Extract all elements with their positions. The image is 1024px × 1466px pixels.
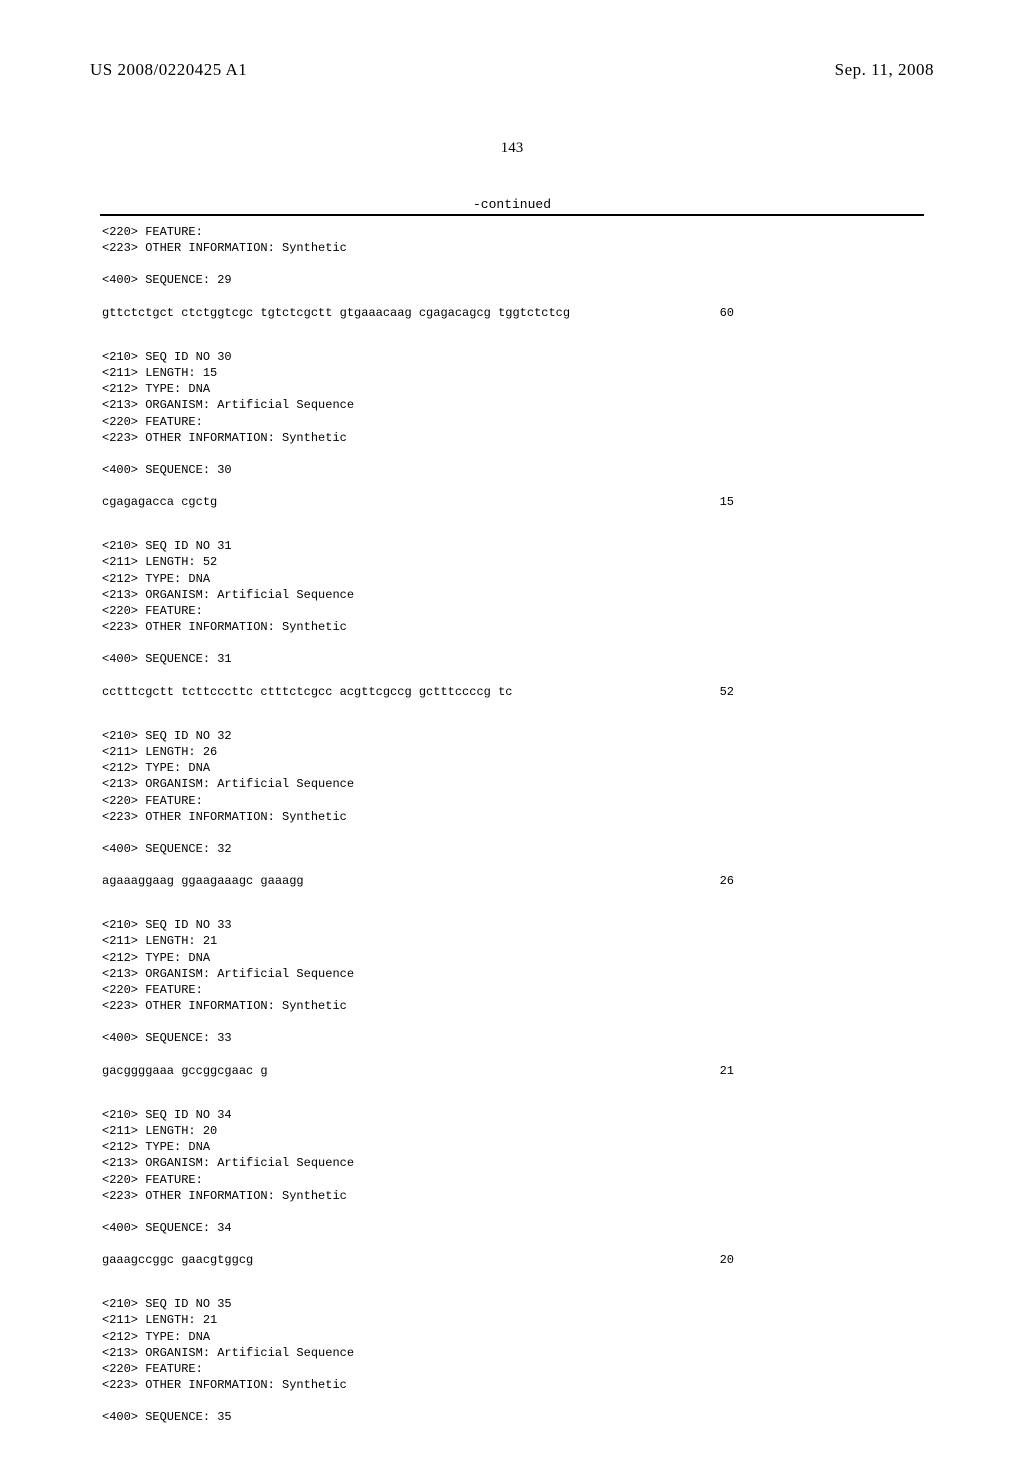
seq34-org: <213> ORGANISM: Artificial Sequence bbox=[102, 1155, 934, 1171]
seq34-type: <212> TYPE: DNA bbox=[102, 1139, 934, 1155]
seq34-sequence-line: gaaagccggc gaacgtggcg 20 bbox=[102, 1252, 734, 1268]
seq34-id: <210> SEQ ID NO 34 bbox=[102, 1107, 934, 1123]
seq33-len: <211> LENGTH: 21 bbox=[102, 933, 934, 949]
seq35-label: <400> SEQUENCE: 35 bbox=[102, 1409, 934, 1425]
seq33-id: <210> SEQ ID NO 33 bbox=[102, 917, 934, 933]
seq31-org: <213> ORGANISM: Artificial Sequence bbox=[102, 587, 934, 603]
seq34-other: <223> OTHER INFORMATION: Synthetic bbox=[102, 1188, 934, 1204]
page-number: 143 bbox=[90, 140, 934, 157]
seq29-sequence-line: gttctctgct ctctggtcgc tgtctcgctt gtgaaac… bbox=[102, 305, 734, 321]
seq29-sequence: gttctctgct ctctggtcgc tgtctcgctt gtgaaac… bbox=[102, 305, 570, 321]
seq30-type: <212> TYPE: DNA bbox=[102, 381, 934, 397]
patent-page: US 2008/0220425 A1 Sep. 11, 2008 143 -co… bbox=[0, 0, 1024, 1466]
seq30-other: <223> OTHER INFORMATION: Synthetic bbox=[102, 430, 934, 446]
seq34-label: <400> SEQUENCE: 34 bbox=[102, 1220, 934, 1236]
seq32-type: <212> TYPE: DNA bbox=[102, 760, 934, 776]
seq35-feature: <220> FEATURE: bbox=[102, 1361, 934, 1377]
seq31-other: <223> OTHER INFORMATION: Synthetic bbox=[102, 619, 934, 635]
seq35-len: <211> LENGTH: 21 bbox=[102, 1312, 934, 1328]
seq31-sequence-line: cctttcgctt tcttcccttc ctttctcgcc acgttcg… bbox=[102, 684, 734, 700]
seq32-org: <213> ORGANISM: Artificial Sequence bbox=[102, 776, 934, 792]
seq33-length: 21 bbox=[720, 1063, 734, 1079]
seq32-sequence-line: agaaaggaag ggaagaaagc gaaagg 26 bbox=[102, 873, 734, 889]
seq30-label: <400> SEQUENCE: 30 bbox=[102, 462, 934, 478]
seq32-id: <210> SEQ ID NO 32 bbox=[102, 728, 934, 744]
seq30-sequence-line: cgagagacca cgctg 15 bbox=[102, 494, 734, 510]
seq34-feature: <220> FEATURE: bbox=[102, 1172, 934, 1188]
seq31-feature: <220> FEATURE: bbox=[102, 603, 934, 619]
seq31-sequence: cctttcgctt tcttcccttc ctttctcgcc acgttcg… bbox=[102, 684, 512, 700]
seq29-length: 60 bbox=[720, 305, 734, 321]
seq34-length: 20 bbox=[720, 1252, 734, 1268]
seq33-type: <212> TYPE: DNA bbox=[102, 950, 934, 966]
seq33-label: <400> SEQUENCE: 33 bbox=[102, 1030, 934, 1046]
seq32-sequence: agaaaggaag ggaagaaagc gaaagg bbox=[102, 873, 304, 889]
seq30-org: <213> ORGANISM: Artificial Sequence bbox=[102, 397, 934, 413]
seq33-sequence: gacggggaaa gccggcgaac g bbox=[102, 1063, 268, 1079]
seq34-sequence: gaaagccggc gaacgtggcg bbox=[102, 1252, 253, 1268]
seq32-other: <223> OTHER INFORMATION: Synthetic bbox=[102, 809, 934, 825]
seq31-len: <211> LENGTH: 52 bbox=[102, 554, 934, 570]
seq31-label: <400> SEQUENCE: 31 bbox=[102, 651, 934, 667]
seq29-feature: <220> FEATURE: bbox=[102, 224, 934, 240]
seq31-length: 52 bbox=[720, 684, 734, 700]
seq30-sequence: cgagagacca cgctg bbox=[102, 494, 217, 510]
seq34-len: <211> LENGTH: 20 bbox=[102, 1123, 934, 1139]
seq35-type: <212> TYPE: DNA bbox=[102, 1329, 934, 1345]
seq30-length: 15 bbox=[720, 494, 734, 510]
publication-number: US 2008/0220425 A1 bbox=[90, 60, 247, 80]
seq30-feature: <220> FEATURE: bbox=[102, 414, 934, 430]
seq30-id: <210> SEQ ID NO 30 bbox=[102, 349, 934, 365]
seq33-other: <223> OTHER INFORMATION: Synthetic bbox=[102, 998, 934, 1014]
publication-date: Sep. 11, 2008 bbox=[835, 60, 934, 80]
seq31-id: <210> SEQ ID NO 31 bbox=[102, 538, 934, 554]
seq29-other-info: <223> OTHER INFORMATION: Synthetic bbox=[102, 240, 934, 256]
continued-label: -continued bbox=[90, 197, 934, 212]
seq30-len: <211> LENGTH: 15 bbox=[102, 365, 934, 381]
seq35-id: <210> SEQ ID NO 35 bbox=[102, 1296, 934, 1312]
seq32-length: 26 bbox=[720, 873, 734, 889]
page-header: US 2008/0220425 A1 Sep. 11, 2008 bbox=[90, 60, 934, 80]
seq35-org: <213> ORGANISM: Artificial Sequence bbox=[102, 1345, 934, 1361]
seq32-len: <211> LENGTH: 26 bbox=[102, 744, 934, 760]
seq33-feature: <220> FEATURE: bbox=[102, 982, 934, 998]
seq32-label: <400> SEQUENCE: 32 bbox=[102, 841, 934, 857]
seq33-org: <213> ORGANISM: Artificial Sequence bbox=[102, 966, 934, 982]
seq29-label: <400> SEQUENCE: 29 bbox=[102, 272, 934, 288]
seq35-other: <223> OTHER INFORMATION: Synthetic bbox=[102, 1377, 934, 1393]
horizontal-rule bbox=[100, 214, 924, 216]
seq31-type: <212> TYPE: DNA bbox=[102, 571, 934, 587]
seq33-sequence-line: gacggggaaa gccggcgaac g 21 bbox=[102, 1063, 734, 1079]
seq32-feature: <220> FEATURE: bbox=[102, 793, 934, 809]
